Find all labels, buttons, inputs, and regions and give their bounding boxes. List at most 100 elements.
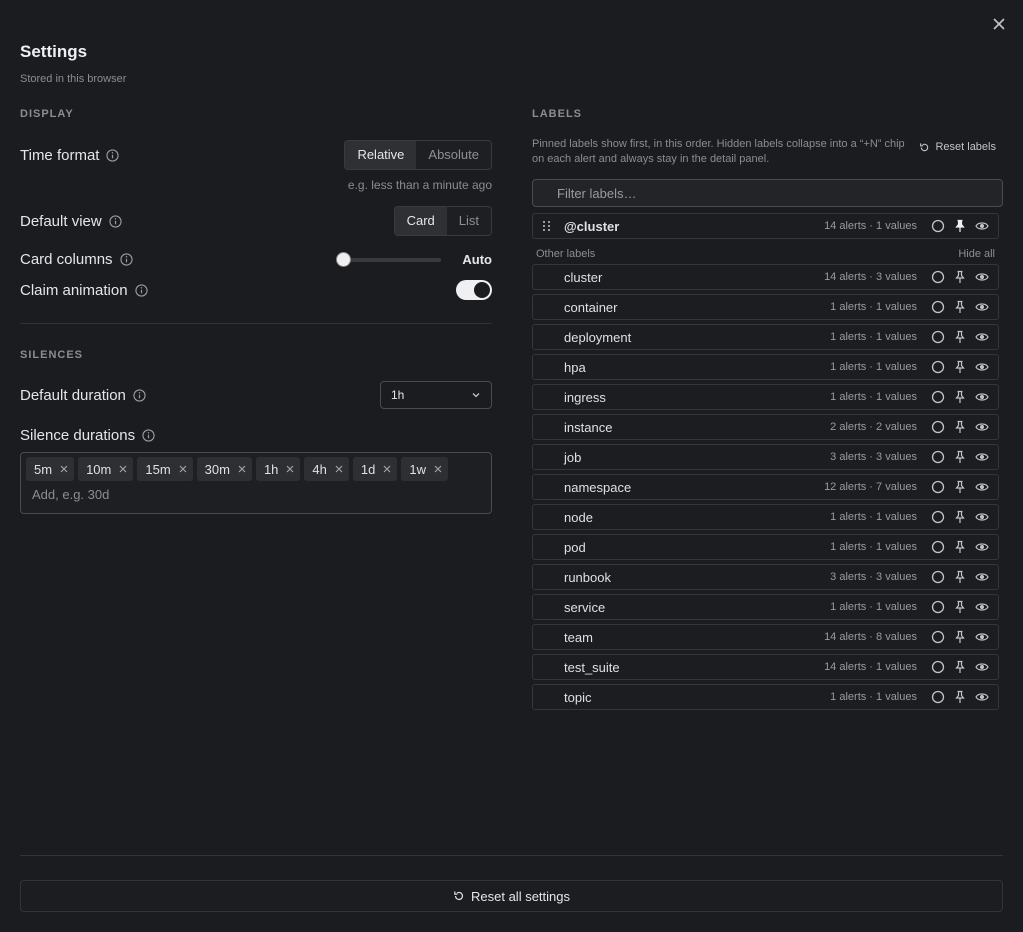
visibility-button[interactable] — [974, 571, 990, 583]
label-toggle-button[interactable] — [930, 510, 946, 524]
duration-chips: 5m 10m 15m 30m 1h 4h 1d 1w — [26, 457, 486, 481]
label-meta: 1 alerts · 1 values — [830, 511, 917, 523]
add-duration-input[interactable] — [32, 487, 332, 502]
default-view-segmented: Card List — [393, 206, 492, 236]
hide-all-button[interactable]: Hide all — [958, 248, 995, 260]
visibility-button[interactable] — [974, 331, 990, 343]
card-columns-slider-thumb[interactable] — [336, 251, 352, 267]
pin-button[interactable] — [952, 630, 968, 644]
drag-handle[interactable] — [541, 220, 555, 232]
card-columns-slider[interactable] — [336, 251, 442, 267]
close-button[interactable] — [989, 14, 1009, 34]
label-toggle-button[interactable] — [930, 330, 946, 344]
label-toggle-button[interactable] — [930, 300, 946, 314]
pin-button[interactable] — [952, 360, 968, 374]
reset-labels-text: Reset labels — [935, 141, 996, 153]
pin-button[interactable] — [952, 450, 968, 464]
pin-button[interactable] — [952, 660, 968, 674]
pin-button[interactable] — [952, 510, 968, 524]
pin-button[interactable] — [952, 330, 968, 344]
visibility-button[interactable] — [974, 661, 990, 673]
remove-chip-button[interactable] — [434, 465, 442, 473]
eye-icon — [975, 393, 989, 401]
visibility-button[interactable] — [974, 301, 990, 313]
pin-button[interactable] — [952, 690, 968, 704]
info-icon[interactable] — [134, 283, 148, 297]
pin-button[interactable] — [952, 540, 968, 554]
time-format-relative-option[interactable]: Relative — [345, 141, 417, 169]
remove-chip-button[interactable] — [286, 465, 294, 473]
eye-icon — [975, 633, 989, 641]
info-icon[interactable] — [109, 214, 122, 228]
time-format-absolute-option[interactable]: Absolute — [416, 141, 491, 169]
pin-button[interactable] — [952, 219, 968, 233]
label-toggle-button[interactable] — [930, 540, 946, 554]
remove-chip-button[interactable] — [383, 465, 391, 473]
duration-chip-label: 4h — [312, 461, 327, 477]
label-row: test_suite 14 alerts · 1 values — [532, 654, 999, 680]
pin-button[interactable] — [952, 600, 968, 614]
label-toggle-button[interactable] — [930, 390, 946, 404]
visibility-button[interactable] — [974, 271, 990, 283]
label-toggle-button[interactable] — [930, 360, 946, 374]
label-name: pod — [564, 539, 586, 555]
label-name: deployment — [564, 329, 632, 345]
visibility-button[interactable] — [974, 601, 990, 613]
remove-chip-button[interactable] — [238, 465, 246, 473]
visibility-button[interactable] — [974, 421, 990, 433]
visibility-button[interactable] — [974, 361, 990, 373]
filter-labels-input[interactable] — [557, 185, 957, 201]
pin-button[interactable] — [952, 570, 968, 584]
label-row: hpa 1 alerts · 1 values — [532, 354, 999, 380]
default-view-card-option[interactable]: Card — [394, 207, 447, 235]
claim-animation-toggle[interactable] — [456, 280, 492, 300]
pin-button[interactable] — [952, 420, 968, 434]
visibility-button[interactable] — [974, 541, 990, 553]
info-icon[interactable] — [119, 253, 133, 266]
visibility-button[interactable] — [974, 631, 990, 643]
label-toggle-button[interactable] — [930, 690, 946, 704]
other-labels-list: cluster 14 alerts · 3 values container 1 al… — [532, 264, 1003, 710]
label-toggle-button[interactable] — [930, 630, 946, 644]
reset-all-settings-button[interactable]: Reset all settings — [20, 880, 1003, 912]
label-toggle-button[interactable] — [930, 570, 946, 584]
label-toggle-button[interactable] — [930, 219, 946, 233]
info-icon[interactable] — [106, 148, 120, 162]
reset-labels-button[interactable]: Reset labels — [919, 139, 1003, 155]
eye-icon — [975, 513, 989, 521]
pin-icon — [955, 330, 965, 343]
visibility-button[interactable] — [974, 220, 990, 232]
visibility-button[interactable] — [974, 481, 990, 493]
remove-chip-button[interactable] — [60, 465, 68, 473]
visibility-button[interactable] — [974, 691, 990, 703]
label-toggle-button[interactable] — [930, 420, 946, 434]
remove-chip-button[interactable] — [335, 465, 343, 473]
visibility-button[interactable] — [974, 391, 990, 403]
pin-button[interactable] — [952, 390, 968, 404]
pin-icon — [955, 300, 965, 313]
label-toggle-button[interactable] — [930, 270, 946, 284]
remove-chip-button[interactable] — [179, 465, 187, 473]
silence-durations-label-text: Silence durations — [20, 427, 136, 444]
right-column: LABELS Pinned labels show first, in this… — [532, 108, 1003, 710]
default-view-list-option[interactable]: List — [447, 207, 491, 235]
pin-icon — [955, 390, 965, 403]
label-toggle-button[interactable] — [930, 450, 946, 464]
footer-divider — [20, 855, 1003, 856]
label-row: team 14 alerts · 8 values — [532, 624, 999, 650]
pin-button[interactable] — [952, 300, 968, 314]
remove-chip-button[interactable] — [119, 465, 127, 473]
pin-button[interactable] — [952, 480, 968, 494]
info-icon[interactable] — [133, 388, 146, 402]
visibility-button[interactable] — [974, 451, 990, 463]
default-duration-select[interactable]: 1h — [380, 381, 492, 409]
card-columns-label: Card columns — [20, 251, 133, 268]
label-toggle-button[interactable] — [930, 480, 946, 494]
reset-icon — [454, 891, 464, 900]
pin-button[interactable] — [952, 270, 968, 284]
label-toggle-button[interactable] — [930, 600, 946, 614]
info-icon[interactable] — [142, 429, 155, 442]
visibility-button[interactable] — [974, 511, 990, 523]
label-toggle-button[interactable] — [930, 660, 946, 674]
silence-durations-input[interactable]: 5m 10m 15m 30m 1h 4h 1d 1w — [20, 452, 492, 514]
